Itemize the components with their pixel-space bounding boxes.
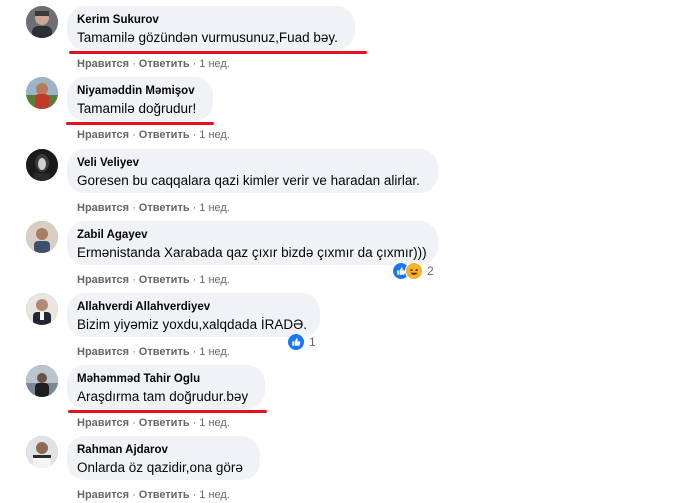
like-button[interactable]: Нравится	[77, 346, 129, 358]
comment-text: Goresen bu caqqalara qazi kimler verir v…	[77, 173, 420, 188]
comment-author[interactable]: Kerim Sukurov	[77, 13, 343, 27]
comment-bubble: Kerim Sukurov Tamamilə gözündən vurmusun…	[67, 6, 355, 50]
comment-time[interactable]: 1 нед.	[199, 58, 230, 70]
comment-time[interactable]: 1 нед.	[199, 489, 230, 501]
comment-author[interactable]: Məhəmməd Tahir Oglu	[77, 372, 253, 386]
reactions-summary[interactable]: 2	[392, 262, 434, 280]
comment-bubble: Məhəmməd Tahir Oglu Araşdırma tam doğrud…	[67, 365, 265, 409]
reaction-count: 1	[309, 335, 316, 349]
highlight-underline	[69, 51, 367, 54]
comment-bubble: Zabil Agayev Ermənistanda Xarabada qaz ç…	[67, 221, 438, 265]
avatar[interactable]	[26, 293, 58, 325]
comment-author[interactable]: Zabil Agayev	[77, 228, 426, 242]
comment-text: Onlarda öz qazidir,ona görə	[77, 460, 243, 475]
comment-time[interactable]: 1 нед.	[199, 129, 230, 141]
comment-bubble: Allahverdi Allahverdiyev Bizim yiyəmiz y…	[67, 293, 320, 337]
comment-text: Tamamilə doğrudur!	[77, 101, 197, 116]
comment-text: Ermənistanda Xarabada qaz çıxır bizdə çı…	[77, 245, 427, 260]
like-button[interactable]: Нравится	[77, 489, 129, 501]
like-button[interactable]: Нравится	[77, 274, 129, 286]
comment-time[interactable]: 1 нед.	[199, 274, 230, 286]
comment-actions: Нравится · Ответить · 1 нед.	[77, 58, 230, 70]
comment-time[interactable]: 1 нед.	[199, 202, 230, 214]
comment-author[interactable]: Veli Veliyev	[77, 156, 426, 170]
comment-text: Araşdırma tam doğrudur.bəy	[77, 389, 249, 404]
comment-actions: Нравится · Ответить · 1 нед.	[77, 346, 230, 358]
highlight-underline	[66, 122, 214, 125]
like-icon	[287, 333, 305, 351]
like-button[interactable]: Нравится	[77, 58, 129, 70]
comment-text: Tamamilə gözündən vurmusunuz,Fuad bəy.	[77, 30, 338, 45]
comment-actions: Нравится · Ответить · 1 нед.	[77, 129, 230, 141]
reply-button[interactable]: Ответить	[139, 58, 190, 70]
reply-button[interactable]: Ответить	[139, 489, 190, 501]
comment-bubble: Niyaməddin Məmişov Tamamilə doğrudur!	[67, 77, 213, 121]
comment-actions: Нравится · Ответить · 1 нед.	[77, 202, 230, 214]
comment-actions: Нравится · Ответить · 1 нед.	[77, 489, 230, 501]
reaction-count: 2	[427, 264, 434, 278]
comment-text: Bizim yiyəmiz yoxdu,xalqdada İRADƏ.	[77, 317, 307, 332]
comment-bubble: Veli Veliyev Goresen bu caqqalara qazi k…	[67, 149, 438, 193]
avatar[interactable]	[26, 436, 58, 468]
avatar[interactable]	[26, 6, 58, 38]
avatar[interactable]	[26, 365, 58, 397]
like-button[interactable]: Нравится	[77, 417, 129, 429]
reply-button[interactable]: Ответить	[139, 202, 190, 214]
haha-icon	[405, 262, 423, 280]
reply-button[interactable]: Ответить	[139, 129, 190, 141]
avatar[interactable]	[26, 149, 58, 181]
comment-time[interactable]: 1 нед.	[199, 417, 230, 429]
reply-button[interactable]: Ответить	[139, 417, 190, 429]
comment-actions: Нравится · Ответить · 1 нед.	[77, 417, 230, 429]
comment-time[interactable]: 1 нед.	[199, 346, 230, 358]
comment-author[interactable]: Rahman Ajdarov	[77, 443, 248, 457]
comment-bubble: Rahman Ajdarov Onlarda öz qazidir,ona gö…	[67, 436, 260, 480]
reply-button[interactable]: Ответить	[139, 346, 190, 358]
like-button[interactable]: Нравится	[77, 129, 129, 141]
comment-actions: Нравится · Ответить · 1 нед.	[77, 274, 230, 286]
comment-author[interactable]: Niyaməddin Məmişov	[77, 84, 201, 98]
avatar[interactable]	[26, 221, 58, 253]
reactions-summary[interactable]: 1	[287, 333, 316, 351]
reply-button[interactable]: Ответить	[139, 274, 190, 286]
comment-author[interactable]: Allahverdi Allahverdiyev	[77, 300, 308, 314]
highlight-underline	[68, 410, 267, 413]
avatar[interactable]	[26, 77, 58, 109]
like-button[interactable]: Нравится	[77, 202, 129, 214]
